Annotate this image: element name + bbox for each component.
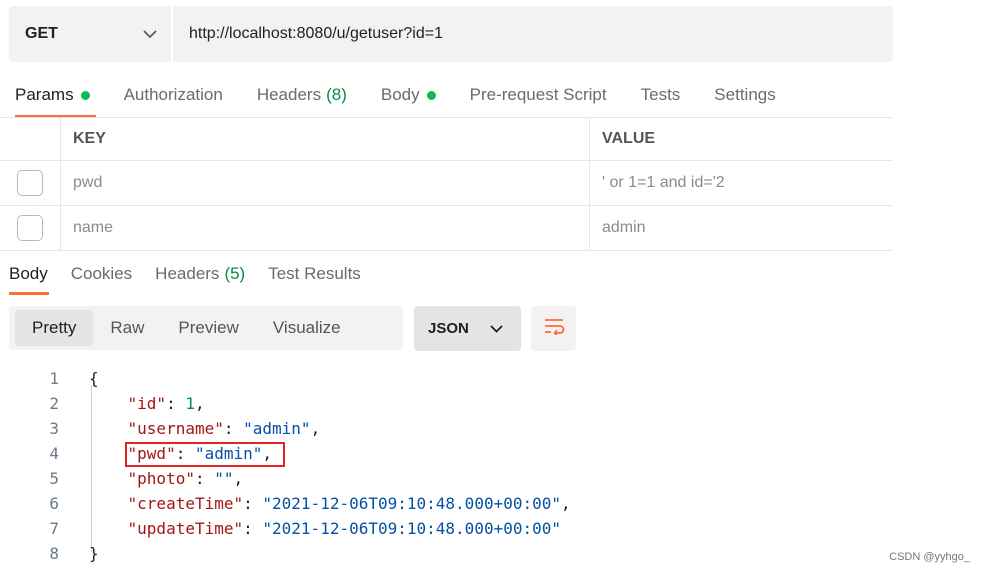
- code-text: "id": 1,: [127, 394, 205, 413]
- param-key-input[interactable]: name: [61, 206, 590, 250]
- response-json-viewer: 1 { 2 "id": 1, 3 "username": "admin", 4 …: [0, 366, 570, 566]
- chevron-down-icon: [143, 29, 157, 39]
- response-tabs: Body Cookies Headers (5) Test Results: [9, 264, 384, 295]
- code-line: 5 "photo": "",: [0, 466, 243, 491]
- tab-label: Tests: [640, 85, 681, 104]
- tab-authorization[interactable]: Authorization: [124, 85, 223, 118]
- row-check-cell: [0, 206, 61, 250]
- json-value: 1: [185, 394, 195, 413]
- param-value-input[interactable]: admin: [590, 206, 893, 250]
- tab-response-headers[interactable]: Headers (5): [155, 264, 245, 295]
- json-key: "id": [127, 394, 167, 413]
- table-row: pwd ' or 1=1 and id='2: [0, 161, 893, 206]
- request-bar: GET http://localhost:8080/u/getuser?id=1: [9, 6, 893, 62]
- tab-label: Authorization: [123, 85, 223, 104]
- format-select[interactable]: JSON: [414, 306, 521, 351]
- watermark: CSDN @yyhgo_: [889, 551, 970, 563]
- method-select[interactable]: GET: [9, 6, 171, 62]
- chevron-down-icon: [490, 324, 503, 333]
- param-checkbox[interactable]: [17, 215, 43, 241]
- status-dot-icon: [80, 91, 90, 100]
- code-line: 2 "id": 1,: [0, 391, 204, 416]
- json-value: "2021-12-06T09:10:48.000+00:00": [262, 519, 562, 538]
- code-text: {: [89, 369, 99, 388]
- header-check-cell: [0, 118, 61, 160]
- code-text: "updateTime": "2021-12-06T09:10:48.000+0…: [127, 519, 562, 538]
- code-line: 6 "createTime": "2021-12-06T09:10:48.000…: [0, 491, 570, 516]
- code-line: 8 }: [0, 541, 98, 566]
- code-text: "username": "admin",: [127, 419, 321, 438]
- json-key: "createTime": [127, 494, 244, 513]
- view-pretty-button[interactable]: Pretty: [15, 310, 94, 346]
- code-text: "photo": "",: [127, 469, 244, 488]
- tab-label: Cookies: [70, 264, 133, 283]
- line-number: 3: [49, 419, 59, 438]
- tab-response-cookies[interactable]: Cookies: [71, 264, 132, 295]
- tab-response-body[interactable]: Body: [9, 264, 49, 295]
- code-line: 1 {: [0, 366, 98, 391]
- tab-label: Pre-request Script: [469, 85, 607, 104]
- code-line: 7 "updateTime": "2021-12-06T09:10:48.000…: [0, 516, 561, 541]
- column-header-key: KEY: [61, 118, 590, 160]
- json-value: "2021-12-06T09:10:48.000+00:00": [262, 494, 562, 513]
- tab-label: Test Results: [268, 264, 361, 283]
- url-input[interactable]: http://localhost:8080/u/getuser?id=1: [173, 6, 893, 62]
- row-check-cell: [0, 161, 61, 205]
- json-key: "updateTime": [127, 519, 244, 538]
- view-mode-switch: Pretty Raw Preview Visualize: [9, 306, 403, 350]
- tab-count: (5): [224, 264, 246, 283]
- code-line: 4 "pwd": "admin",: [0, 441, 272, 466]
- tab-settings[interactable]: Settings: [714, 85, 775, 118]
- tab-label: Headers: [155, 264, 220, 283]
- param-checkbox[interactable]: [17, 170, 43, 196]
- json-value: "admin": [243, 419, 311, 438]
- highlight-box: [125, 442, 285, 467]
- line-number: 7: [49, 519, 59, 538]
- tab-label: Settings: [714, 85, 776, 104]
- tab-params[interactable]: Params: [15, 85, 96, 118]
- line-number: 5: [49, 469, 59, 488]
- line-number: 2: [49, 394, 59, 413]
- code-text: }: [89, 544, 99, 563]
- line-number: 1: [49, 369, 59, 388]
- tab-label: Body: [9, 264, 48, 283]
- format-label: JSON: [428, 320, 469, 337]
- view-visualize-button[interactable]: Visualize: [256, 310, 358, 346]
- tab-pre-request-script[interactable]: Pre-request Script: [470, 85, 607, 118]
- json-brace: {: [89, 369, 99, 388]
- method-label: GET: [25, 25, 58, 42]
- json-key: "username": [127, 419, 224, 438]
- column-header-value: VALUE: [602, 130, 656, 147]
- table-row: name admin: [0, 206, 893, 251]
- line-number: 8: [49, 544, 59, 563]
- params-header-row: KEY VALUE: [0, 117, 893, 161]
- tab-label: Headers: [256, 85, 322, 104]
- code-text: "createTime": "2021-12-06T09:10:48.000+0…: [127, 494, 571, 513]
- json-value: "": [214, 469, 234, 488]
- view-preview-button[interactable]: Preview: [161, 310, 255, 346]
- code-line: 3 "username": "admin",: [0, 416, 320, 441]
- wrap-lines-icon: [543, 317, 565, 340]
- status-dot-icon: [426, 91, 436, 100]
- wrap-lines-button[interactable]: [531, 306, 576, 351]
- tab-count: (8): [326, 85, 347, 104]
- tab-headers[interactable]: Headers (8): [257, 85, 347, 118]
- param-key-input[interactable]: pwd: [61, 161, 590, 205]
- tab-test-results[interactable]: Test Results: [268, 264, 361, 295]
- tab-tests[interactable]: Tests: [641, 85, 681, 118]
- tab-label: Params: [15, 85, 74, 104]
- line-number: 4: [49, 444, 59, 463]
- json-key: "photo": [127, 469, 195, 488]
- request-tabs: Params Authorization Headers (8) Body Pre…: [15, 85, 810, 119]
- tab-label: Body: [380, 85, 420, 104]
- params-table: KEY VALUE pwd ' or 1=1 and id='2 name ad…: [0, 117, 893, 251]
- tab-body[interactable]: Body: [381, 85, 436, 118]
- line-number: 6: [49, 494, 59, 513]
- json-brace: }: [89, 544, 99, 563]
- view-raw-button[interactable]: Raw: [93, 310, 161, 346]
- param-value-input[interactable]: ' or 1=1 and id='2: [590, 161, 893, 205]
